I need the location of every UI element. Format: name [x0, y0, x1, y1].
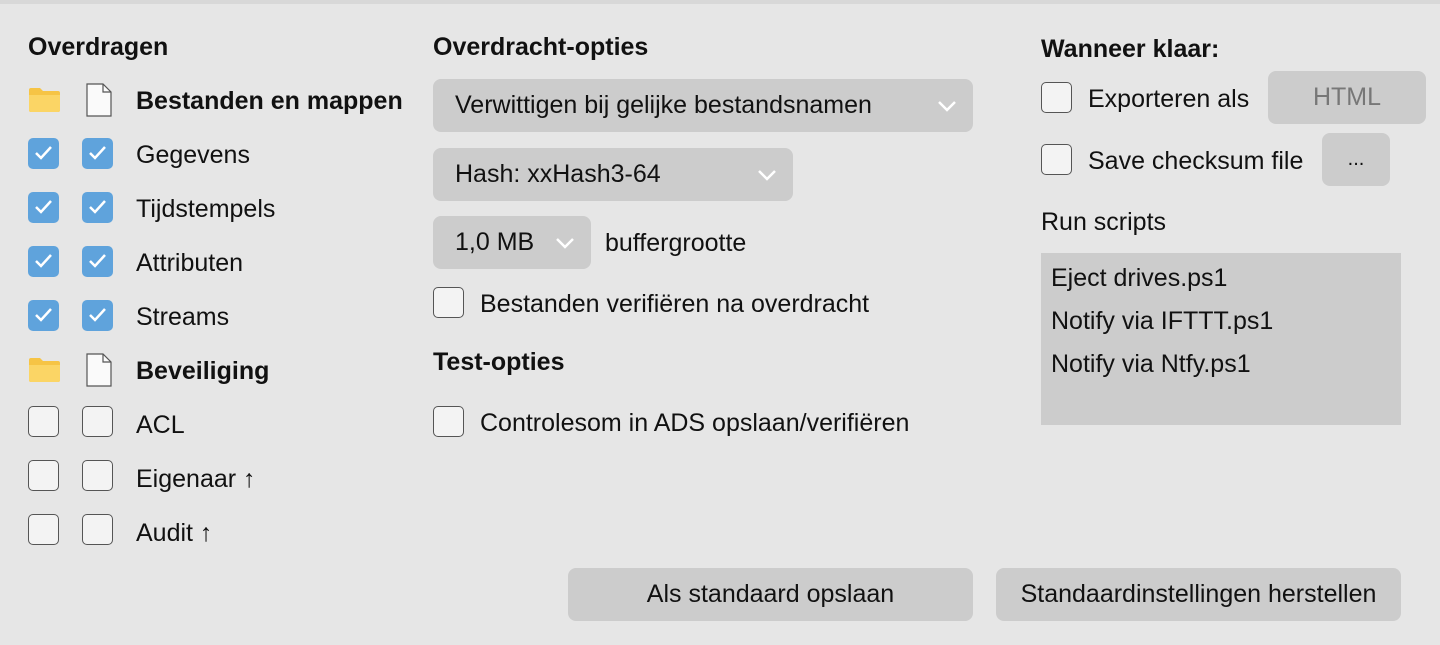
buffer-size-label: buffergrootte — [605, 229, 747, 257]
verify-after-transfer-label: Bestanden verifiëren na overdracht — [480, 290, 870, 318]
list-item[interactable]: Eject drives.ps1 — [1051, 257, 1391, 300]
restore-defaults-button[interactable]: Standaardinstellingen herstellen — [996, 568, 1401, 621]
save-checksum-checkbox[interactable] — [1041, 144, 1072, 175]
ads-checksum-checkbox[interactable] — [433, 406, 464, 437]
test-options-heading: Test-opties — [433, 348, 565, 376]
conflict-handling-dropdown[interactable]: Verwittigen bij gelijke bestandsnamen — [433, 79, 973, 132]
verify-after-transfer-checkbox[interactable] — [433, 287, 464, 318]
checksum-browse-button[interactable]: ... — [1322, 133, 1390, 186]
file-icon — [86, 83, 112, 117]
attributen-label: Attributen — [136, 249, 244, 277]
audit-label: Audit ↑ — [136, 519, 213, 547]
when-done-heading: Wanneer klaar: — [1041, 35, 1220, 63]
chevron-down-icon — [758, 169, 776, 181]
owner-label: Eigenaar ↑ — [136, 465, 256, 493]
chevron-down-icon — [556, 237, 574, 249]
owner-folder-checkbox[interactable] — [28, 460, 59, 491]
export-label: Exporteren als — [1088, 85, 1250, 113]
acl-folder-checkbox[interactable] — [28, 406, 59, 437]
window-top-border — [0, 0, 1440, 4]
acl-label: ACL — [136, 411, 185, 439]
gegevens-file-checkbox[interactable] — [82, 138, 113, 169]
export-format-button[interactable]: HTML — [1268, 71, 1426, 124]
conflict-handling-value: Verwittigen bij gelijke bestandsnamen — [455, 91, 872, 119]
audit-folder-checkbox[interactable] — [28, 514, 59, 545]
attributen-folder-checkbox[interactable] — [28, 246, 59, 277]
export-checkbox[interactable] — [1041, 82, 1072, 113]
list-item[interactable]: Notify via IFTTT.ps1 — [1051, 300, 1391, 343]
ads-checksum-label: Controlesom in ADS opslaan/verifiëren — [480, 409, 910, 437]
owner-file-checkbox[interactable] — [82, 460, 113, 491]
folder-icon — [28, 356, 61, 383]
section-files-folders: Bestanden en mappen — [136, 87, 403, 115]
audit-file-checkbox[interactable] — [82, 514, 113, 545]
run-scripts-label: Run scripts — [1041, 208, 1167, 236]
chevron-down-icon — [938, 100, 956, 112]
buffer-size-dropdown[interactable]: 1,0 MB — [433, 216, 591, 269]
streams-label: Streams — [136, 303, 230, 331]
folder-icon — [28, 86, 61, 113]
scripts-list[interactable]: Eject drives.ps1 Notify via IFTTT.ps1 No… — [1041, 253, 1401, 425]
file-icon — [86, 353, 112, 387]
hash-dropdown[interactable]: Hash: xxHash3-64 — [433, 148, 793, 201]
transfer-heading: Overdragen — [28, 33, 169, 61]
options-heading: Overdracht-opties — [433, 33, 649, 61]
list-item[interactable]: Notify via Ntfy.ps1 — [1051, 343, 1391, 386]
attributen-file-checkbox[interactable] — [82, 246, 113, 277]
tijdstempels-folder-checkbox[interactable] — [28, 192, 59, 223]
hash-value: Hash: xxHash3-64 — [455, 160, 661, 188]
save-as-default-button[interactable]: Als standaard opslaan — [568, 568, 973, 621]
streams-folder-checkbox[interactable] — [28, 300, 59, 331]
acl-file-checkbox[interactable] — [82, 406, 113, 437]
tijdstempels-file-checkbox[interactable] — [82, 192, 113, 223]
buffer-size-value: 1,0 MB — [455, 228, 535, 256]
gegevens-label: Gegevens — [136, 141, 250, 169]
save-checksum-label: Save checksum file — [1088, 147, 1304, 175]
tijdstempels-label: Tijdstempels — [136, 195, 276, 223]
gegevens-folder-checkbox[interactable] — [28, 138, 59, 169]
streams-file-checkbox[interactable] — [82, 300, 113, 331]
section-security: Beveiliging — [136, 357, 270, 385]
